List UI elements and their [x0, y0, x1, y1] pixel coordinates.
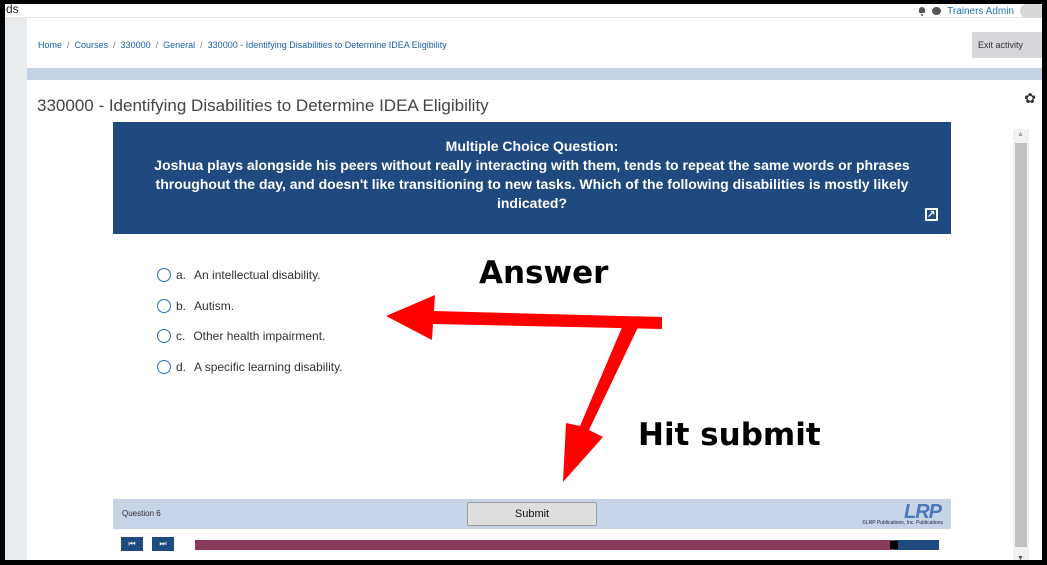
- logo-subtext: ©LRP Publications, Inc. Publications: [862, 520, 943, 526]
- bell-icon[interactable]: [918, 6, 926, 16]
- exit-activity-button[interactable]: Exit activity: [972, 32, 1042, 58]
- navbar-user-area: Trainers Admin: [918, 4, 1042, 18]
- option-letter: a.: [176, 268, 187, 283]
- option-letter: b.: [176, 298, 187, 313]
- breadcrumb-area: Home / Courses / 330000 / General / 330000 - Ide…: [27, 18, 1042, 68]
- breadcrumb-home[interactable]: Home: [38, 40, 62, 50]
- breadcrumb-course[interactable]: 330000: [121, 40, 151, 50]
- breadcrumb-separator: /: [155, 40, 159, 50]
- option-label: Autism.: [194, 298, 235, 313]
- user-menu-name[interactable]: Trainers Admin: [947, 6, 1014, 17]
- scroll-down-icon[interactable]: ▼: [1017, 555, 1024, 560]
- option-letter: d.: [176, 359, 187, 374]
- breadcrumb-separator: /: [200, 40, 203, 50]
- scrollbar[interactable]: ▲ ▼: [1013, 129, 1029, 560]
- player-bar: Question 6 Submit LRP ©LRP Publications,…: [113, 499, 951, 529]
- radio-button[interactable]: [157, 359, 171, 374]
- option-label: An intellectual disability.: [194, 268, 321, 283]
- question-text: Joshua plays alongside his peers without…: [154, 157, 910, 211]
- gear-icon[interactable]: ✿: [1024, 90, 1036, 107]
- radio-button[interactable]: [157, 298, 171, 313]
- breadcrumb-activity[interactable]: 330000 - Identifying Disabilities to Det…: [208, 40, 447, 50]
- annotation-answer: Answer: [479, 255, 609, 291]
- scrollbar-thumb[interactable]: [1015, 143, 1027, 547]
- chat-icon[interactable]: [932, 7, 942, 15]
- header-divider-bar: [27, 68, 1042, 80]
- option-label: A specific learning disability.: [194, 359, 343, 374]
- avatar[interactable]: [1020, 4, 1042, 18]
- progress-fill: [195, 540, 895, 550]
- lrp-logo: LRP ©LRP Publications, Inc. Publications: [847, 501, 947, 527]
- breadcrumb-separator: /: [67, 40, 70, 50]
- breadcrumb: Home / Courses / 330000 / General / 330000 - Ide…: [38, 40, 447, 50]
- question-number: Question 6: [122, 509, 161, 518]
- option-b[interactable]: b. Autism.: [157, 291, 343, 322]
- progress-handle[interactable]: [890, 541, 899, 549]
- breadcrumb-courses[interactable]: Courses: [75, 40, 109, 50]
- option-label: Other health impairment.: [193, 329, 326, 344]
- activity-content: 330000 - Identifying Disabilities to Det…: [27, 80, 1042, 560]
- site-brand[interactable]: -ds: [5, 4, 19, 16]
- next-slide-button[interactable]: ⏭: [151, 536, 175, 552]
- previous-slide-button[interactable]: ⏮: [120, 536, 144, 552]
- radio-button[interactable]: [157, 268, 171, 283]
- answer-options: a. An intellectual disability. b. Autism…: [157, 260, 343, 382]
- popout-icon[interactable]: [925, 205, 938, 224]
- page-title: 330000 - Identifying Disabilities to Det…: [37, 96, 489, 115]
- scroll-up-icon[interactable]: ▲: [1017, 131, 1024, 138]
- option-letter: c.: [176, 329, 186, 344]
- annotation-submit: Hit submit: [638, 417, 821, 453]
- progress-bar[interactable]: [195, 540, 939, 550]
- submit-button[interactable]: Submit: [467, 502, 597, 526]
- breadcrumb-separator: /: [113, 40, 116, 50]
- question-heading: Multiple Choice Question:: [445, 138, 619, 154]
- option-a[interactable]: a. An intellectual disability.: [157, 260, 343, 291]
- left-drawer-strip: [5, 18, 27, 560]
- playback-controls: ⏮ ⏭: [113, 534, 951, 554]
- radio-button[interactable]: [157, 329, 171, 344]
- option-d[interactable]: d. A specific learning disability.: [157, 352, 343, 383]
- breadcrumb-section[interactable]: General: [163, 40, 195, 50]
- option-c[interactable]: c. Other health impairment.: [157, 321, 343, 352]
- top-navbar: -ds Trainers Admin: [5, 4, 1042, 18]
- question-banner: Multiple Choice Question: Joshua plays a…: [113, 122, 951, 234]
